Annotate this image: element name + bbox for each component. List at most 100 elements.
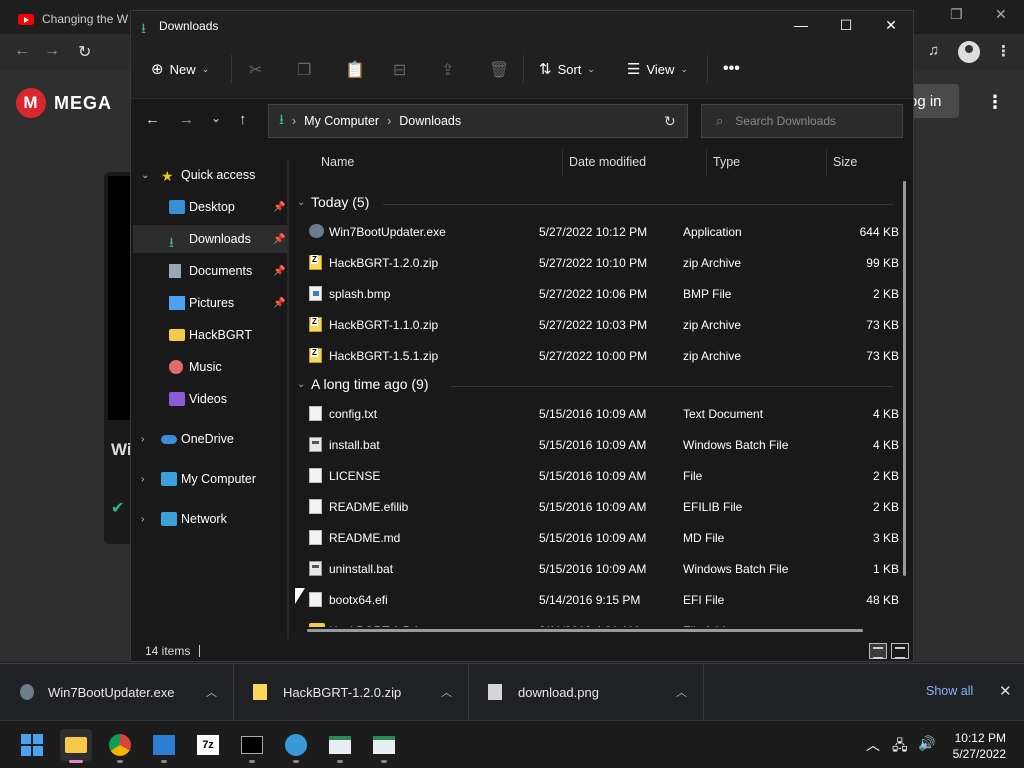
file-row[interactable]: config.txt 5/15/2016 10:09 AM Text Documen… [291, 399, 901, 430]
column-divider[interactable] [562, 149, 563, 177]
media-icon[interactable]: ♫ [928, 42, 939, 59]
refresh-icon[interactable]: ↻ [664, 113, 676, 130]
forward-icon[interactable]: → [44, 42, 60, 60]
expand-chevron-icon[interactable]: › [141, 474, 144, 485]
mega-menu-icon[interactable]: ⋮ [986, 92, 1004, 113]
file-row[interactable]: HackBGRT-1.5.1.zip 5/27/2022 10:00 PM zip … [291, 341, 901, 372]
taskbar-chrome[interactable] [104, 729, 136, 763]
restore-icon[interactable]: ❐ [950, 6, 963, 23]
minimize-icon[interactable]: — [791, 17, 811, 33]
title-bar[interactable]: ⭳ Downloads — ☐ ✕ [131, 11, 913, 41]
pin-icon[interactable]: 📌 [273, 202, 285, 213]
pin-icon[interactable]: 📌 [273, 298, 285, 309]
menu-kebab-icon[interactable]: ⋮ [996, 42, 1011, 60]
column-divider[interactable] [826, 149, 827, 177]
delete-icon[interactable]: 🗑 [489, 60, 509, 80]
back-arrow-icon[interactable]: ← [145, 111, 160, 128]
start-button[interactable] [16, 729, 48, 761]
forward-arrow-icon[interactable]: → [179, 111, 194, 128]
back-icon[interactable]: ← [14, 42, 30, 60]
taskbar-network-app[interactable] [280, 729, 312, 763]
file-row[interactable]: splash.bmp 5/27/2022 10:06 PM BMP File 2 KB [291, 279, 901, 310]
share-icon[interactable]: ⇪ [441, 60, 454, 80]
address-bar[interactable]: ⭳ › My Computer › Downloads ⌄ [268, 104, 779, 138]
reload-icon[interactable]: ↻ [78, 42, 91, 62]
sidebar-item-quick-access[interactable]: ⌄ ★ Quick access [133, 161, 287, 189]
file-row[interactable]: uninstall.bat 5/15/2016 10:09 AM Windows B… [291, 554, 901, 585]
vertical-scrollbar[interactable] [903, 181, 906, 576]
column-header-size[interactable]: Size [833, 155, 857, 169]
sidebar-item-downloads[interactable]: ⭳ Downloads 📌 [133, 225, 287, 253]
taskbar-photos[interactable] [148, 729, 180, 763]
sidebar-divider[interactable] [287, 159, 289, 639]
file-row[interactable]: bootx64.efi 5/14/2016 9:15 PM EFI File 48 K… [291, 585, 901, 616]
cut-icon[interactable]: ✂ [249, 60, 262, 80]
close-icon[interactable]: ✕ [995, 6, 1007, 23]
column-divider[interactable] [706, 149, 707, 177]
taskbar-app-window-1[interactable] [324, 729, 356, 763]
sidebar-item-network[interactable]: › Network [133, 505, 287, 533]
new-button[interactable]: ⊕ New ⌄ [151, 60, 209, 78]
sort-button[interactable]: ⇅ Sort ⌄ [539, 60, 595, 78]
download-item[interactable]: HackBGRT-1.2.0.zip ︿ [235, 664, 469, 720]
download-item[interactable]: download.png ︿ [470, 664, 704, 720]
expand-chevron-icon[interactable]: › [141, 434, 144, 445]
rename-icon[interactable]: ⊟ [393, 60, 406, 80]
sidebar-item-hackbgrt[interactable]: HackBGRT [133, 321, 287, 349]
system-clock[interactable]: 10:12 PM 5/27/2022 [946, 730, 1006, 762]
sidebar-item-documents[interactable]: Documents 📌 [133, 257, 287, 285]
close-window-icon[interactable]: ✕ [881, 17, 901, 34]
column-header-type[interactable]: Type [713, 155, 740, 169]
profile-avatar[interactable] [958, 41, 980, 63]
sidebar-item-onedrive[interactable]: › OneDrive [133, 425, 287, 453]
column-header-date[interactable]: Date modified [569, 155, 646, 169]
expand-chevron-icon[interactable]: ⌄ [141, 170, 149, 181]
expand-chevron-icon[interactable]: › [141, 514, 144, 525]
group-header-long-ago[interactable]: ⌄ A long time ago (9) [297, 376, 429, 392]
pin-icon[interactable]: 📌 [273, 266, 285, 277]
show-all-button[interactable]: Show all [926, 684, 973, 698]
network-status-icon[interactable]: 🖧 [892, 735, 908, 759]
file-row[interactable]: HackBGRT-1.1.0.zip 5/27/2022 10:03 PM zip … [291, 310, 901, 341]
sidebar-item-my-computer[interactable]: › My Computer [133, 465, 287, 493]
chevron-up-icon[interactable]: ︿ [206, 684, 217, 700]
sidebar-item-pictures[interactable]: Pictures 📌 [133, 289, 287, 317]
chevron-up-icon[interactable]: ︿ [441, 684, 452, 700]
up-arrow-icon[interactable]: ↑ [239, 111, 247, 128]
taskbar-file-explorer[interactable] [60, 729, 92, 763]
paste-icon[interactable]: 📋 [345, 60, 365, 80]
taskbar-app-window-2[interactable] [368, 729, 400, 763]
search-box[interactable]: ⌕ [701, 104, 903, 138]
breadcrumb-current[interactable]: Downloads [399, 114, 461, 128]
file-row[interactable]: README.efilib 5/15/2016 10:09 AM EFILIB Fi… [291, 492, 901, 523]
show-hidden-icons-icon[interactable]: ︿ [866, 735, 880, 755]
chevron-up-icon[interactable]: ︿ [676, 684, 687, 700]
taskbar-7zip[interactable]: 7z [192, 729, 224, 761]
view-button[interactable]: ☰ View ⌄ [627, 60, 688, 78]
search-input[interactable] [735, 114, 896, 128]
sidebar-item-music[interactable]: Music [133, 353, 287, 381]
browser-tab[interactable]: Changing the W [8, 4, 138, 34]
breadcrumb-root[interactable]: My Computer [304, 114, 379, 128]
file-row[interactable]: HackBGRT-1.2.0.zip 5/27/2022 10:10 PM zip … [291, 248, 901, 279]
more-options-icon[interactable]: ••• [723, 60, 740, 78]
file-row[interactable]: install.bat 5/15/2016 10:09 AM Windows Bat… [291, 430, 901, 461]
details-view-icon[interactable] [869, 643, 887, 659]
pin-icon[interactable]: 📌 [273, 234, 285, 245]
taskbar-terminal[interactable] [236, 729, 268, 763]
volume-icon[interactable]: 🔊 [918, 735, 935, 752]
maximize-icon[interactable]: ☐ [836, 17, 856, 34]
sidebar-item-videos[interactable]: Videos [133, 385, 287, 413]
file-row[interactable]: README.md 5/15/2016 10:09 AM MD File 3 KB [291, 523, 901, 554]
recent-dropdown-icon[interactable]: ⌄ [211, 111, 221, 125]
file-row[interactable]: LICENSE 5/15/2016 10:09 AM File 2 KB [291, 461, 901, 492]
file-row[interactable]: Win7BootUpdater.exe 5/27/2022 10:12 PM App… [291, 217, 901, 248]
column-header-name[interactable]: Name [321, 155, 354, 169]
download-item[interactable]: Win7BootUpdater.exe ︿ [0, 664, 234, 720]
sidebar-item-desktop[interactable]: Desktop 📌 [133, 193, 287, 221]
horizontal-scrollbar[interactable] [307, 629, 863, 632]
tiles-view-icon[interactable] [891, 643, 909, 659]
file-row[interactable]: HackBGRT-1.5.1 8/11/2018 4:01 AM File fold… [291, 616, 901, 627]
mega-logo[interactable]: M MEGA [16, 88, 112, 118]
close-downloads-icon[interactable]: ✕ [999, 682, 1012, 700]
